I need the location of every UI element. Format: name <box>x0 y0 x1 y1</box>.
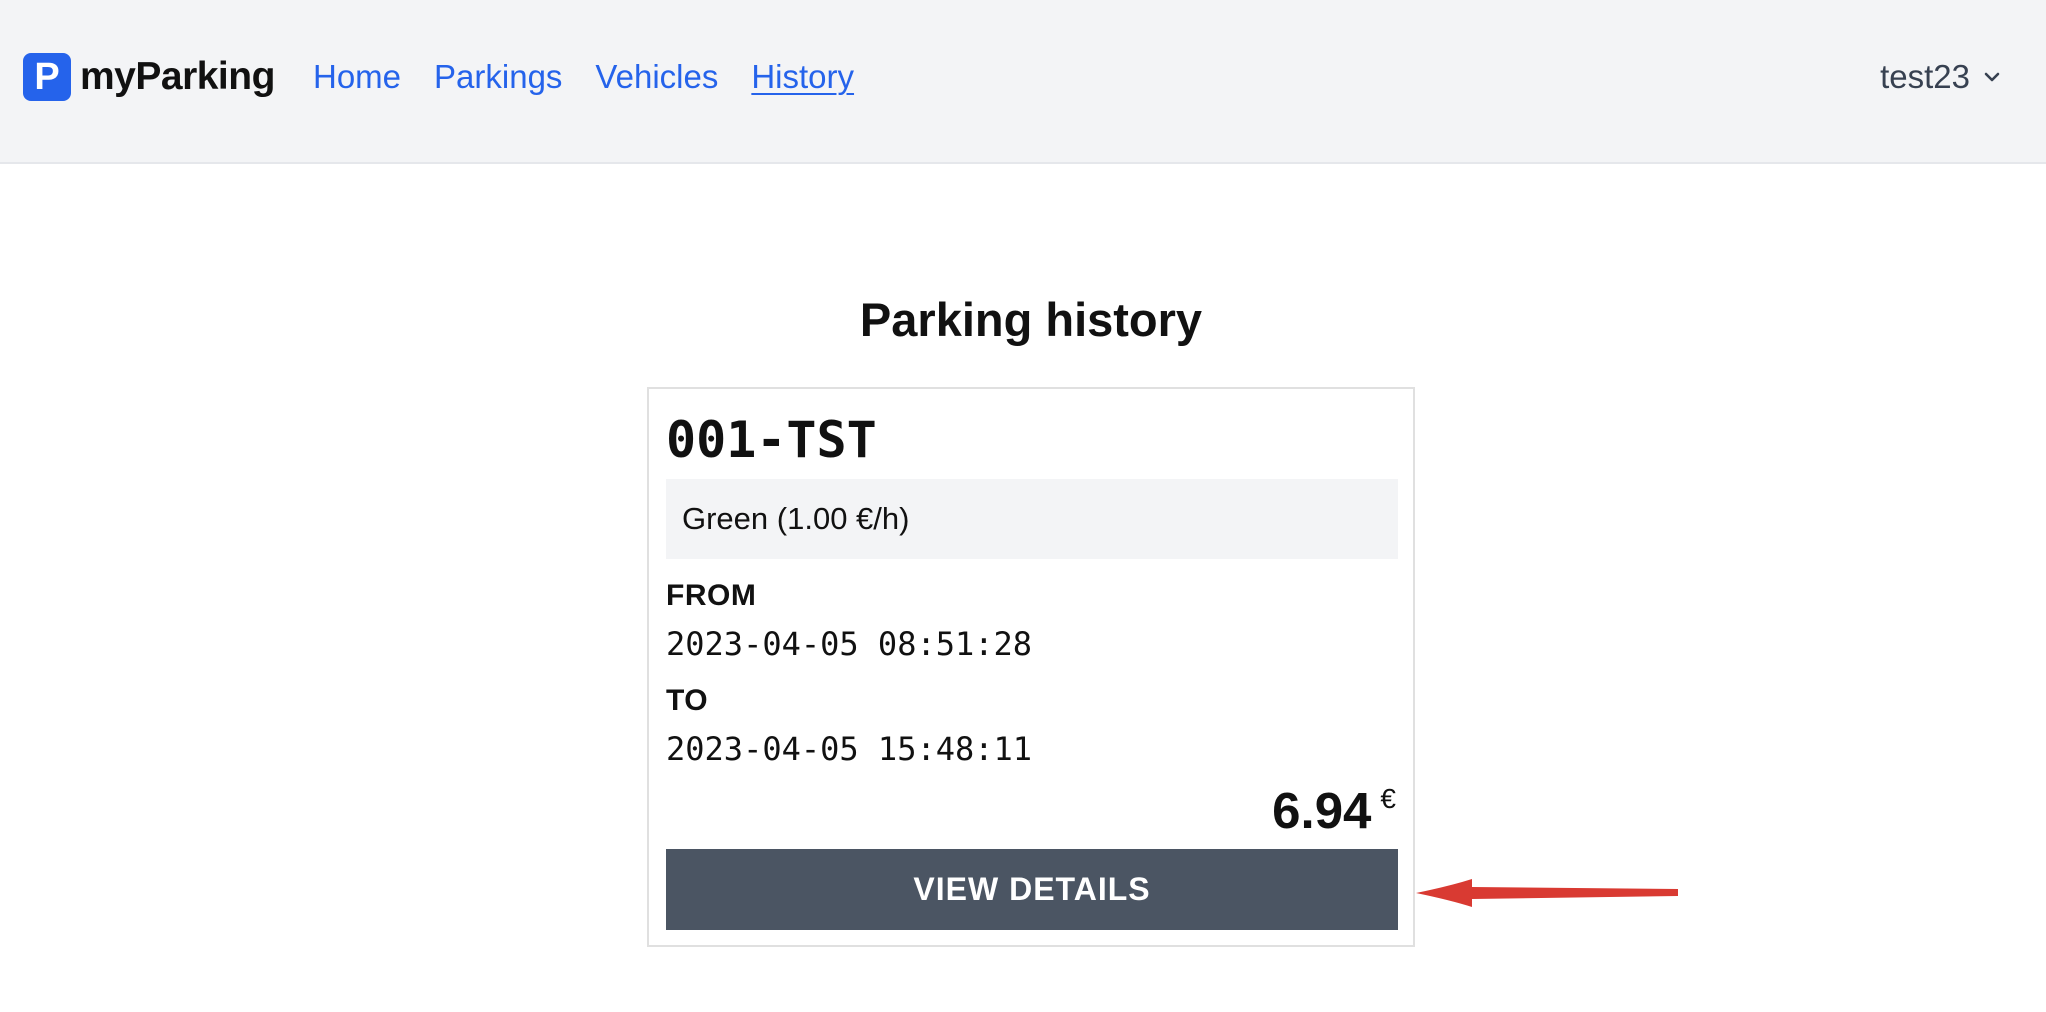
user-menu[interactable]: test23 <box>1880 52 2002 102</box>
to-datetime: 2023-04-05 15:48:11 <box>666 730 1033 768</box>
nav-link-home[interactable]: Home <box>313 58 401 96</box>
nav-link-vehicles[interactable]: Vehicles <box>595 58 718 96</box>
vehicle-plate: 001-TST <box>666 411 877 469</box>
from-datetime: 2023-04-05 08:51:28 <box>666 625 1033 663</box>
top-navbar: P myParking Home Parkings Vehicles Histo… <box>0 0 2046 164</box>
main-nav: Home Parkings Vehicles History <box>313 52 887 102</box>
parking-price: 6.94 € <box>1272 782 1396 839</box>
page-title: Parking history <box>859 293 1203 346</box>
parking-zone-label: Green (1.00 €/h) <box>682 501 910 536</box>
to-label: TO <box>666 684 709 717</box>
chevron-down-icon <box>1982 67 2002 87</box>
red-arrow-annotation-icon <box>1416 879 1678 907</box>
brand-name: myParking <box>80 55 275 98</box>
parking-zone: Green (1.00 €/h) <box>666 479 1398 559</box>
from-label: FROM <box>666 579 757 612</box>
user-name: test23 <box>1880 58 1970 95</box>
price-currency: € <box>1380 783 1396 814</box>
parking-logo-icon: P <box>23 53 71 101</box>
price-amount: 6.94 <box>1272 782 1372 839</box>
nav-link-parkings[interactable]: Parkings <box>434 58 562 96</box>
nav-link-history[interactable]: History <box>751 58 854 96</box>
parking-history-card: 001-TST Green (1.00 €/h) FROM 2023-04-05… <box>647 387 1415 947</box>
view-details-button[interactable]: VIEW DETAILS <box>666 849 1398 930</box>
brand-link[interactable]: P myParking <box>23 53 275 101</box>
